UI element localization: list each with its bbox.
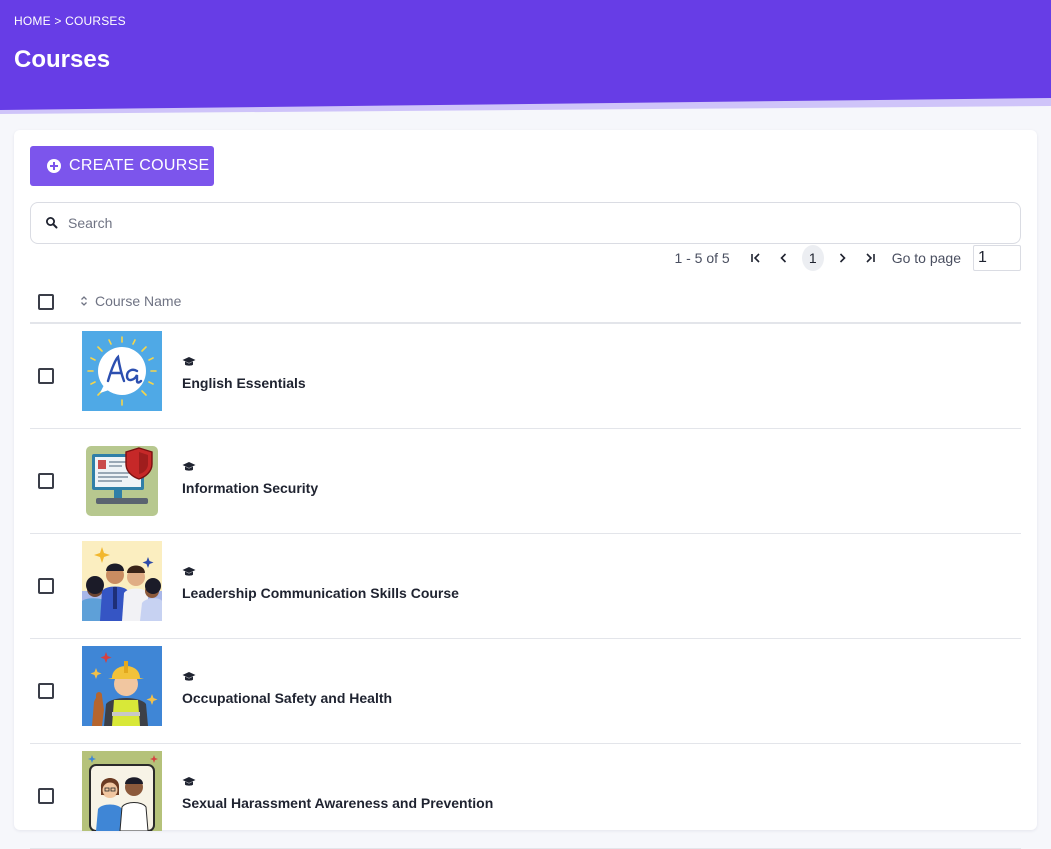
graduation-cap-icon	[182, 672, 196, 681]
last-page-icon	[866, 253, 875, 263]
row-checkbox[interactable]	[38, 788, 54, 804]
table-row[interactable]: English Essentials	[30, 324, 1021, 429]
pagination: 1 - 5 of 5 1 Go to page	[674, 245, 1021, 271]
plus-circle-icon	[47, 159, 61, 173]
search-box[interactable]	[30, 202, 1021, 244]
last-page-button[interactable]	[856, 245, 884, 271]
alphabet-speech-bubble-icon	[82, 331, 162, 411]
row-checkbox[interactable]	[38, 368, 54, 384]
previous-page-button[interactable]	[770, 245, 798, 271]
hardhat-worker-icon	[82, 646, 162, 726]
graduation-cap-icon	[182, 777, 196, 786]
first-page-icon	[750, 253, 760, 263]
table-row[interactable]: Occupational Safety and Health	[30, 639, 1021, 744]
course-name-link[interactable]: English Essentials	[182, 375, 306, 391]
page-header: HOME > COURSES Courses	[0, 0, 1051, 116]
create-course-label: CREATE COURSE	[69, 157, 210, 174]
goto-page-label: Go to page	[891, 250, 961, 266]
courses-card: CREATE COURSE 1 - 5 of 5 1	[14, 130, 1037, 849]
create-course-button[interactable]: CREATE COURSE	[30, 146, 214, 186]
row-checkbox[interactable]	[38, 683, 54, 699]
chevron-left-icon	[780, 253, 786, 263]
team-people-icon	[82, 541, 162, 621]
breadcrumb: HOME > COURSES	[14, 14, 126, 28]
table-row[interactable]: Information Security	[30, 429, 1021, 534]
sort-icon	[81, 296, 87, 306]
course-name-link[interactable]: Information Security	[182, 480, 318, 496]
course-name-link[interactable]: Sexual Harassment Awareness and Preventi…	[182, 795, 493, 811]
next-page-button[interactable]	[828, 245, 856, 271]
course-name-sort-header[interactable]: Course Name	[80, 293, 181, 309]
row-checkbox[interactable]	[38, 578, 54, 594]
first-page-button[interactable]	[742, 245, 770, 271]
table-header: Course Name	[30, 280, 1021, 324]
chevron-right-icon	[839, 253, 846, 263]
row-checkbox[interactable]	[38, 473, 54, 489]
search-icon	[46, 217, 58, 229]
page-title: Courses	[14, 46, 111, 73]
graduation-cap-icon	[182, 567, 196, 576]
pagination-range: 1 - 5 of 5	[674, 250, 730, 266]
graduation-cap-icon	[182, 462, 196, 471]
course-info: English Essentials	[182, 356, 306, 391]
course-info: Leadership Communication Skills Course	[182, 566, 459, 601]
goto-page-input[interactable]	[973, 245, 1021, 271]
monitor-shield-icon	[82, 436, 162, 516]
course-name-link[interactable]: Occupational Safety and Health	[182, 690, 392, 706]
course-info: Sexual Harassment Awareness and Preventi…	[182, 776, 493, 811]
courses-table: Course Name English Essentials Informati…	[30, 280, 1021, 849]
course-name-link[interactable]: Leadership Communication Skills Course	[182, 585, 459, 601]
table-row[interactable]: Leadership Communication Skills Course	[30, 534, 1021, 639]
course-info: Information Security	[182, 461, 318, 496]
header-wave	[0, 98, 1051, 116]
select-all-checkbox[interactable]	[38, 294, 54, 310]
course-name-header-label: Course Name	[95, 293, 182, 309]
graduation-cap-icon	[182, 357, 196, 366]
current-page-button[interactable]: 1	[801, 245, 824, 271]
search-input[interactable]	[68, 215, 968, 231]
course-info: Occupational Safety and Health	[182, 671, 392, 706]
two-people-frame-icon	[82, 751, 162, 831]
table-row[interactable]: Sexual Harassment Awareness and Preventi…	[30, 744, 1021, 849]
